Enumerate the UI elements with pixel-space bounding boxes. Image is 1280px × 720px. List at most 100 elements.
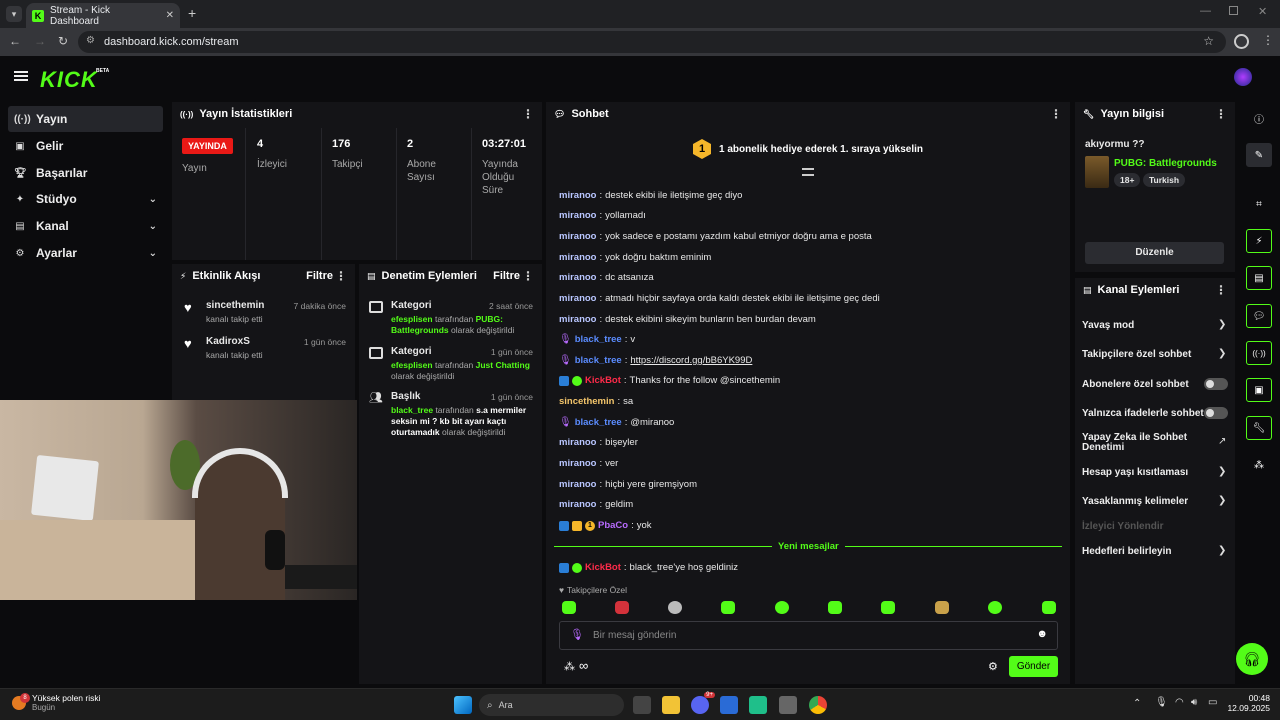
moderation-filter-button[interactable]: Filtre xyxy=(493,270,520,282)
broadcast-icon[interactable]: ((·)) xyxy=(1246,341,1272,365)
pinned-gift-banner[interactable]: 1 1 abonelik hediye ederek 1. sıraya yük… xyxy=(546,138,1070,160)
wrench-icon[interactable]: 🔧︎ xyxy=(1246,416,1272,440)
chat-bubble-icon[interactable]: 💬︎ xyxy=(1246,304,1272,328)
banned-words-item[interactable]: Yasaklanmış kelimeler xyxy=(1082,496,1188,507)
emote-icon[interactable] xyxy=(562,601,576,614)
tray-wifi-icon[interactable]: ◠ xyxy=(1175,697,1184,708)
weather-widget[interactable]: 8 Yüksek polen riski Bugün xyxy=(12,692,101,712)
steam-icon[interactable] xyxy=(720,696,738,714)
emote-icon[interactable] xyxy=(828,601,842,614)
more-options-icon[interactable]: ⋮ xyxy=(1050,107,1062,121)
window-close-icon[interactable]: ✕ xyxy=(1258,5,1267,18)
more-options-icon[interactable]: ⋮ xyxy=(335,269,347,283)
bolt-icon[interactable]: ⚡︎ xyxy=(1246,229,1272,253)
support-chat-button[interactable]: 🎧︎ xyxy=(1236,643,1268,675)
scan-icon[interactable]: ⌗ xyxy=(1246,192,1272,216)
window-minimize-icon[interactable]: — xyxy=(1200,5,1211,17)
site-info-icon[interactable]: ⚙ xyxy=(86,35,95,46)
new-tab-plus-icon[interactable]: + xyxy=(188,5,196,21)
emote-icon[interactable] xyxy=(988,601,1002,614)
taskbar-search[interactable]: ⌕ Ara xyxy=(479,694,624,716)
apps-icon[interactable]: ⁂ xyxy=(1246,453,1272,477)
chat-tools-icon[interactable]: ⁂ xyxy=(564,660,575,673)
emote-icon[interactable] xyxy=(615,601,629,614)
tab-close-icon[interactable]: ✕ xyxy=(166,10,174,21)
browser-tab[interactable]: K Stream - Kick Dashboard ✕ xyxy=(26,3,180,28)
user-avatar[interactable] xyxy=(1234,68,1252,86)
document-icon[interactable]: ▤ xyxy=(1246,266,1272,290)
chrome-icon[interactable] xyxy=(809,696,827,714)
tray-mic-icon[interactable]: 🎙︎ xyxy=(1155,697,1168,708)
task-view-icon[interactable] xyxy=(633,696,651,714)
account-age-restriction-item[interactable]: Hesap yaşı kısıtlaması xyxy=(1082,467,1188,478)
more-options-icon[interactable]: ⋮ xyxy=(1215,283,1227,297)
sidebar-item-gelir[interactable]: ▣ Gelir xyxy=(8,133,163,159)
hamburger-menu-icon[interactable] xyxy=(14,71,28,81)
emote-only-toggle[interactable] xyxy=(1204,407,1228,419)
sidebar-item-yayin[interactable]: ((·)) Yayın xyxy=(8,106,163,132)
infinity-icon[interactable]: ∞ xyxy=(579,658,588,673)
edit-stream-info-button[interactable]: Düzenle xyxy=(1085,242,1224,264)
chevron-right-icon[interactable]: ❯ xyxy=(1218,466,1226,477)
emote-icon[interactable] xyxy=(935,601,949,614)
url-input[interactable]: ⚙ dashboard.kick.com/stream ☆ xyxy=(78,31,1226,53)
activity-filter-button[interactable]: Filtre xyxy=(306,270,333,282)
activity-username[interactable]: sincethemin xyxy=(206,300,264,311)
chat-input[interactable]: 🎙︎ Bir mesaj gönderin ☻ xyxy=(559,621,1058,650)
app-icon[interactable] xyxy=(779,696,797,714)
set-goals-item[interactable]: Hedefleri belirleyin xyxy=(1082,546,1171,557)
sidebar-item-studyo[interactable]: ✦ Stüdyo ⌄ xyxy=(8,186,163,212)
emote-icon[interactable] xyxy=(775,601,789,614)
more-options-icon[interactable]: ⋮ xyxy=(1215,107,1227,121)
followers-only-chat-item[interactable]: Takipçilere özel sohbet xyxy=(1082,349,1191,360)
sidebar-item-kanal[interactable]: ▤ Kanal ⌄ xyxy=(8,213,163,239)
category-link[interactable]: PUBG: Battlegrounds xyxy=(1114,158,1217,169)
chevron-right-icon[interactable]: ❯ xyxy=(1218,495,1226,506)
emote-icon[interactable] xyxy=(1042,601,1056,614)
kick-logo[interactable]: KICK xyxy=(40,67,98,93)
emote-icon[interactable] xyxy=(881,601,895,614)
kick-studio-icon[interactable] xyxy=(749,696,767,714)
browser-menu-icon[interactable]: ⋮ xyxy=(1262,33,1274,47)
profile-avatar-icon[interactable] xyxy=(1234,34,1249,49)
activity-username[interactable]: KadiroxS xyxy=(206,336,250,347)
window-maximize-icon[interactable] xyxy=(1229,6,1238,15)
tab-list-chevron-icon[interactable]: ▾ xyxy=(6,6,22,22)
discord-icon[interactable]: 9+ xyxy=(691,692,715,714)
subscribers-only-toggle[interactable] xyxy=(1204,378,1228,390)
pencil-icon[interactable]: ✎ xyxy=(1246,143,1272,167)
emoji-picker-icon[interactable]: ☻ xyxy=(1036,628,1048,640)
chevron-right-icon[interactable]: ❯ xyxy=(1218,545,1226,556)
emote-icon[interactable] xyxy=(668,601,682,614)
file-explorer-icon[interactable] xyxy=(662,696,680,714)
collapse-pinned-icon[interactable] xyxy=(802,168,814,176)
category-thumbnail[interactable] xyxy=(1085,156,1109,188)
back-arrow-icon[interactable]: ← xyxy=(9,34,21,48)
taskbar-clock[interactable]: 00:48 12.09.2025 xyxy=(1226,693,1270,713)
emote-icon[interactable] xyxy=(721,601,735,614)
sidebar-item-basarilar[interactable]: 🏆︎ Başarılar xyxy=(8,160,163,186)
chevron-right-icon[interactable]: ❯ xyxy=(1218,319,1226,330)
mic-icon[interactable]: 🎙︎ xyxy=(570,628,584,641)
tray-volume-icon[interactable]: 🔊︎ xyxy=(1191,697,1197,708)
info-icon[interactable]: ⓘ xyxy=(1246,106,1272,130)
discord-link[interactable]: https://discord.gg/bB6YK99D xyxy=(630,355,752,366)
bookmark-star-icon[interactable]: ☆ xyxy=(1203,34,1214,48)
ai-moderation-item[interactable]: Yapay Zeka ile Sohbet Denetimi xyxy=(1082,433,1197,453)
chat-settings-gear-icon[interactable]: ⚙ xyxy=(988,660,998,673)
external-link-icon[interactable]: ↗ xyxy=(1218,436,1226,447)
tray-chevron-up-icon[interactable]: ⌃ xyxy=(1133,698,1141,709)
stream-tools-icon[interactable]: ▣ xyxy=(1246,378,1272,402)
tag-age[interactable]: 18+ xyxy=(1114,173,1141,187)
slow-mode-item[interactable]: Yavaş mod xyxy=(1082,320,1134,331)
windows-start-icon[interactable] xyxy=(454,696,472,714)
send-button[interactable]: Gönder xyxy=(1009,656,1058,677)
more-options-icon[interactable]: ⋮ xyxy=(522,107,534,121)
reload-icon[interactable]: ↻ xyxy=(58,34,68,48)
chevron-right-icon[interactable]: ❯ xyxy=(1218,348,1226,359)
tray-battery-icon[interactable]: ▭ xyxy=(1208,697,1217,708)
forward-arrow-icon[interactable]: → xyxy=(34,34,46,48)
sidebar-item-ayarlar[interactable]: ⚙ Ayarlar ⌄ xyxy=(8,240,163,266)
tag-language[interactable]: Turkish xyxy=(1143,173,1186,187)
more-options-icon[interactable]: ⋮ xyxy=(522,269,534,283)
